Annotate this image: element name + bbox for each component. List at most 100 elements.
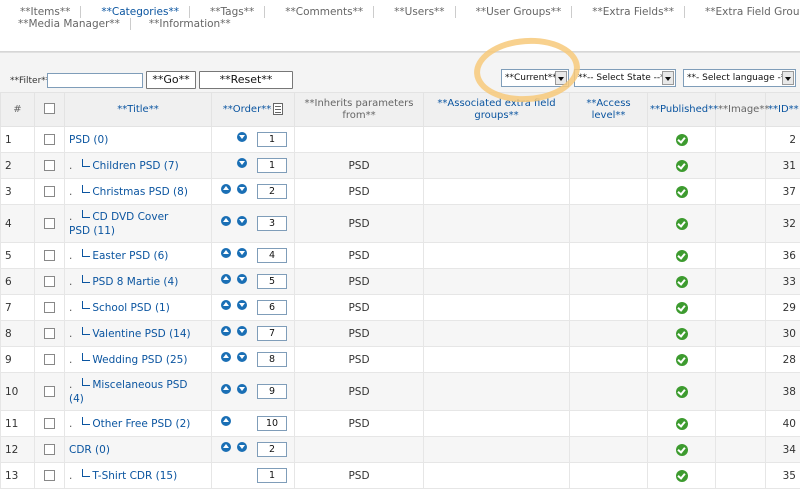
category-filter-value: **Current**	[505, 73, 557, 83]
move-up-icon[interactable]	[221, 273, 231, 284]
move-down-icon[interactable]	[237, 247, 247, 258]
submenu-extra-fields[interactable]: **Extra Fields**	[572, 6, 686, 18]
move-up-icon[interactable]	[221, 441, 231, 452]
published-check-icon[interactable]	[675, 443, 688, 456]
order-input[interactable]: 3	[257, 215, 287, 231]
reset-button[interactable]: **Reset**	[199, 71, 293, 89]
row-checkbox[interactable]	[44, 218, 55, 229]
move-down-icon[interactable]	[237, 383, 247, 394]
move-up-icon[interactable]	[221, 325, 231, 336]
row-checkbox-cell	[34, 462, 65, 489]
published-check-icon[interactable]	[675, 217, 688, 230]
category-title-link[interactable]: Christmas PSD (8)	[92, 186, 188, 198]
order-input[interactable]: 5	[257, 273, 287, 289]
published-check-icon[interactable]	[675, 353, 688, 366]
submenu-extra-field-groups[interactable]: **Extra Field Groups**	[685, 6, 800, 18]
check-all-checkbox[interactable]	[44, 103, 55, 115]
move-up-icon[interactable]	[221, 183, 231, 194]
category-title-link[interactable]: School PSD (1)	[92, 302, 170, 314]
published-check-icon[interactable]	[675, 385, 688, 398]
order-input[interactable]: 2	[257, 441, 287, 457]
row-checkbox[interactable]	[44, 276, 55, 287]
category-filter-select[interactable]: **Current**	[501, 69, 569, 87]
move-up-icon[interactable]	[221, 415, 231, 426]
submenu-items[interactable]: **Items**	[0, 6, 82, 18]
submenu-users[interactable]: **Users**	[374, 6, 456, 18]
submenu-tags[interactable]: **Tags**	[190, 6, 266, 18]
category-title-link[interactable]: T-Shirt CDR (15)	[92, 470, 177, 482]
category-title-link[interactable]: Easter PSD (6)	[92, 250, 168, 262]
state-select[interactable]: **-- Select State --**	[574, 69, 676, 87]
row-checkbox[interactable]	[44, 302, 55, 313]
order-input[interactable]: 8	[257, 351, 287, 367]
category-title-link[interactable]: PSD (0)	[69, 134, 108, 146]
order-input[interactable]: 7	[257, 325, 287, 341]
move-down-icon[interactable]	[237, 157, 247, 168]
move-down-icon[interactable]	[237, 183, 247, 194]
move-down-icon[interactable]	[237, 441, 247, 452]
row-checkbox[interactable]	[44, 328, 55, 339]
move-down-icon[interactable]	[237, 215, 247, 226]
submenu-categories[interactable]: **Categories**	[81, 6, 190, 18]
move-down-icon[interactable]	[237, 131, 247, 142]
published-check-icon[interactable]	[675, 301, 688, 314]
move-up-icon[interactable]	[221, 247, 231, 258]
row-checkbox[interactable]	[44, 386, 55, 397]
order-input[interactable]: 1	[257, 157, 287, 173]
published-check-icon[interactable]	[675, 417, 688, 430]
row-checkbox[interactable]	[44, 134, 55, 145]
category-title-link[interactable]: Children PSD (7)	[92, 160, 178, 172]
move-up-icon[interactable]	[221, 215, 231, 226]
table-row: 6. PSD 8 Martie (4) 5 PSD 33	[0, 268, 800, 295]
published-check-icon[interactable]	[675, 327, 688, 340]
header-access[interactable]: **Access level**	[569, 92, 648, 127]
row-checkbox[interactable]	[44, 444, 55, 455]
header-title[interactable]: **Title**	[64, 92, 212, 127]
move-up-icon[interactable]	[221, 299, 231, 310]
filter-input[interactable]	[47, 73, 143, 88]
row-checkbox[interactable]	[44, 418, 55, 429]
order-cell: 7	[211, 320, 295, 347]
move-down-icon[interactable]	[237, 273, 247, 284]
published-check-icon[interactable]	[675, 469, 688, 482]
published-check-icon[interactable]	[675, 159, 688, 172]
move-up-icon[interactable]	[221, 351, 231, 362]
header-extra-groups[interactable]: **Associated extra field groups**	[423, 92, 570, 127]
order-input[interactable]: 4	[257, 247, 287, 263]
move-up-icon[interactable]	[221, 383, 231, 394]
order-input[interactable]: 10	[257, 415, 287, 431]
category-title-link[interactable]: Valentine PSD (14)	[92, 328, 190, 340]
go-button[interactable]: **Go**	[146, 71, 196, 89]
submenu-media-manager[interactable]: **Media Manager**	[0, 18, 131, 30]
category-title-link[interactable]: CDR (0)	[69, 444, 110, 456]
published-check-icon[interactable]	[675, 249, 688, 262]
category-title-link[interactable]: Other Free PSD (2)	[92, 418, 190, 430]
published-check-icon[interactable]	[675, 133, 688, 146]
order-input[interactable]: 9	[257, 383, 287, 399]
submenu-comments[interactable]: **Comments**	[265, 6, 375, 18]
category-title-link[interactable]: PSD 8 Martie (4)	[92, 276, 178, 288]
header-published[interactable]: **Published**	[647, 92, 718, 127]
order-input[interactable]: 6	[257, 299, 287, 315]
order-input[interactable]: 1	[257, 131, 287, 147]
move-down-icon[interactable]	[237, 351, 247, 362]
move-down-icon[interactable]	[237, 325, 247, 336]
row-checkbox[interactable]	[44, 470, 55, 481]
header-order[interactable]: **Order**	[211, 92, 295, 127]
published-check-icon[interactable]	[675, 275, 688, 288]
row-checkbox[interactable]	[44, 160, 55, 171]
order-input[interactable]: 2	[257, 183, 287, 199]
row-checkbox[interactable]	[44, 250, 55, 261]
published-check-icon[interactable]	[675, 185, 688, 198]
table-body: 1 PSD (0) 1 2 2. Children PSD (7) 1 PSD 31 3. Chri…	[0, 126, 800, 489]
category-title-link[interactable]: Wedding PSD (25)	[92, 354, 187, 366]
header-id[interactable]: **ID**	[765, 92, 800, 127]
row-checkbox[interactable]	[44, 186, 55, 197]
row-checkbox[interactable]	[44, 354, 55, 365]
move-down-icon[interactable]	[237, 299, 247, 310]
submenu-information[interactable]: **Information**	[131, 18, 241, 30]
save-order-icon[interactable]	[273, 103, 284, 115]
language-select[interactable]: **- Select language -**	[683, 69, 796, 87]
submenu-user-groups[interactable]: **User Groups**	[456, 6, 573, 18]
order-input[interactable]: 1	[257, 467, 287, 483]
